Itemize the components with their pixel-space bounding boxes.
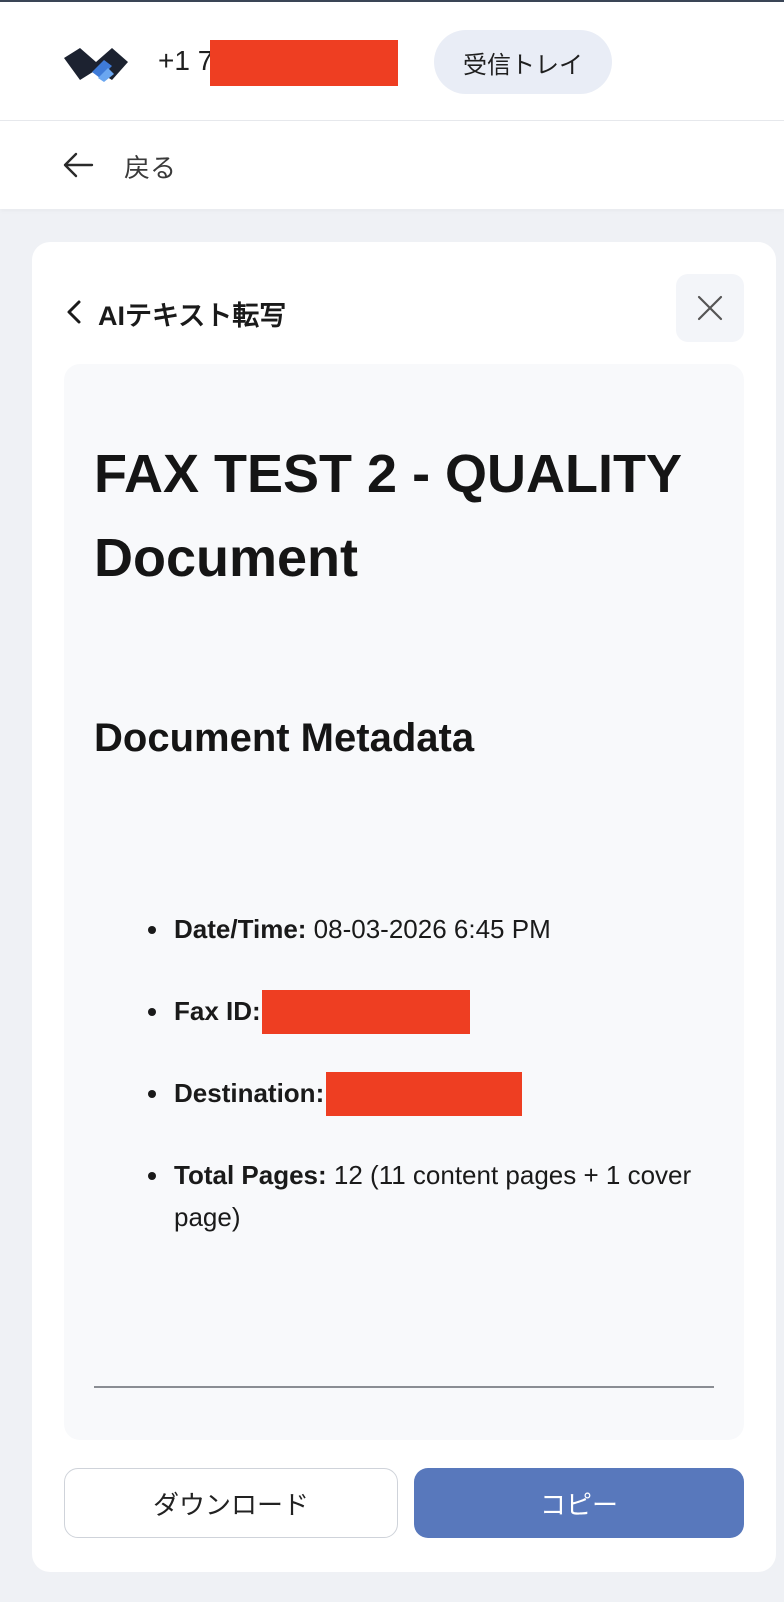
document-title: FAX TEST 2 - QUALITY Document (94, 444, 682, 588)
metadata-label: Total Pages: (174, 1160, 327, 1190)
section-heading: Document Metadata (94, 716, 475, 760)
phone-number: +1 7 (158, 45, 214, 76)
list-item-datetime: Date/Time: 08-03-2026 6:45 PM (148, 908, 714, 950)
arrow-left-icon[interactable] (62, 151, 94, 179)
back-link[interactable]: 戻る (124, 148, 176, 185)
top-bar: +1 7 受信トレイ (0, 0, 784, 121)
back-bar: 戻る (0, 121, 784, 209)
transcribed-document: FAX TEST 2 - QUALITY Document Document M… (64, 364, 744, 1440)
list-item-total-pages: Total Pages: 12 (11 content pages + 1 co… (148, 1154, 714, 1238)
copy-button[interactable]: コピー (414, 1468, 744, 1538)
horizontal-rule (94, 1386, 714, 1388)
phone-redaction (210, 40, 398, 86)
metadata-label: Destination: (174, 1078, 325, 1108)
brand-logo-icon[interactable] (62, 44, 130, 84)
close-icon (697, 295, 723, 321)
panel-title: AIテキスト転写 (98, 301, 287, 331)
metadata-label: Date/Time: (174, 914, 307, 944)
close-button[interactable] (676, 274, 744, 342)
metadata-label: Fax ID: (174, 996, 261, 1026)
inbox-button[interactable]: 受信トレイ (434, 30, 612, 94)
metadata-value: 08-03-2026 6:45 PM (306, 914, 551, 944)
fax-id-redaction (262, 990, 470, 1034)
chevron-left-icon[interactable] (64, 298, 84, 326)
transcription-panel: AIテキスト転写 FAX TEST 2 - QUALITY Document D… (32, 242, 776, 1572)
download-button[interactable]: ダウンロード (64, 1468, 398, 1538)
destination-redaction (326, 1072, 522, 1116)
